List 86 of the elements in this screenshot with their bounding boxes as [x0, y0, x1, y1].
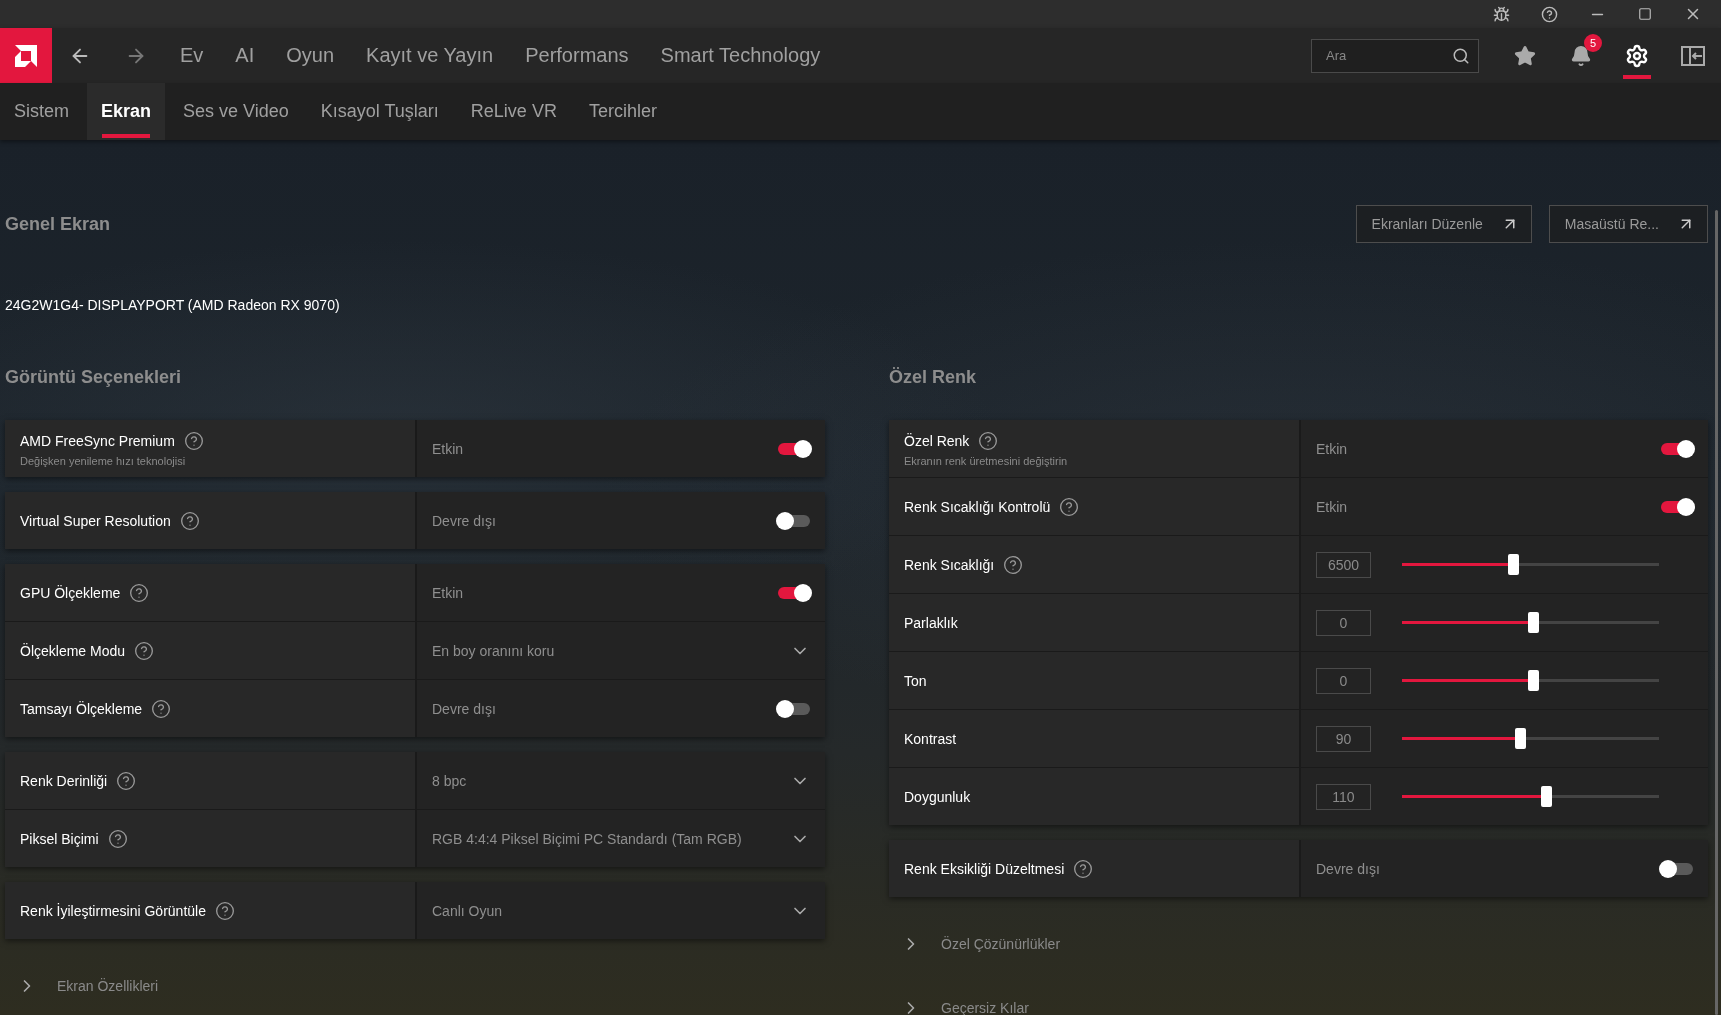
tab[interactable]: Tercihler [574, 83, 671, 140]
toggle-state-text: Devre dışı [1316, 860, 1381, 877]
tab[interactable]: Ses ve Video [169, 83, 303, 140]
external-link-button[interactable]: Masaüstü Re... [1548, 205, 1708, 243]
section-title: Görüntü Seçenekleri [5, 366, 183, 389]
toggle-switch[interactable] [778, 514, 810, 527]
tab[interactable]: ReLive VR [456, 83, 571, 140]
value-field[interactable]: 110 [1316, 783, 1371, 810]
setting-label: AMD FreeSync Premium [20, 432, 175, 449]
setting-label: Özel Renk [904, 432, 970, 449]
help-icon[interactable] [129, 582, 150, 603]
toggle-switch[interactable] [1661, 862, 1693, 875]
tab[interactable]: Ekran [87, 83, 166, 140]
setting-label: Kontrast [904, 730, 957, 747]
setting-label: Doygunluk [904, 788, 971, 805]
setting-label: Renk İyileştirmesini Görüntüle [20, 902, 206, 919]
value-field[interactable]: 90 [1316, 725, 1371, 752]
setting-label: Ton [904, 672, 927, 689]
section-title: Genel Ekran [5, 213, 112, 235]
help-icon[interactable] [1059, 496, 1080, 517]
nav-item[interactable]: Smart Technology [644, 28, 837, 83]
toggle-switch[interactable] [1661, 442, 1693, 455]
value-field[interactable]: 0 [1316, 609, 1371, 636]
setting-label: Tamsayı Ölçekleme [20, 700, 143, 717]
nav-item[interactable]: AI [219, 28, 271, 83]
bell-icon[interactable] [1570, 44, 1592, 67]
setting-label: GPU Ölçekleme [20, 584, 121, 601]
help-icon[interactable] [1003, 554, 1024, 575]
external-link-button[interactable]: Ekranları Düzenle [1355, 205, 1532, 243]
setting-label: Piksel Biçimi [20, 830, 99, 847]
help-icon[interactable] [179, 510, 200, 531]
setting-label: Parlaklık [904, 614, 958, 631]
setting-label: Renk Sıcaklığı Kontrolü [904, 498, 1051, 515]
search-icon[interactable] [1452, 46, 1470, 65]
toggle-switch[interactable] [1661, 500, 1693, 513]
display-name: 24G2W1G4- DISPLAYPORT (AMD Radeon RX 9070) [5, 296, 341, 314]
slider-thumb[interactable] [1528, 612, 1539, 633]
help-icon[interactable] [107, 828, 128, 849]
toggle-state-text: Etkin [1316, 440, 1349, 457]
setting-label: Ölçekleme Modu [20, 642, 126, 659]
toggle-state-text: Devre dışı [432, 512, 497, 529]
dropdown[interactable]: 8 bpc [432, 752, 810, 809]
help-icon[interactable] [183, 430, 204, 451]
tab[interactable]: Sistem [0, 83, 83, 140]
toggle-switch[interactable] [778, 586, 810, 599]
scrollbar[interactable] [1715, 210, 1718, 1015]
setting-label: Renk Derinliği [20, 772, 108, 789]
expander[interactable]: Özel Çözünürlükler [889, 912, 1061, 976]
nav-item[interactable]: Oyun [270, 28, 351, 83]
help-icon[interactable] [978, 430, 999, 451]
help-icon[interactable] [134, 640, 155, 661]
toggle-state-text: Etkin [432, 440, 465, 457]
setting-description: Değişken yenileme hızı teknolojisi [20, 454, 187, 467]
setting-label: Renk Eksikliği Düzeltmesi [904, 860, 1065, 877]
value-field[interactable]: 6500 [1316, 551, 1371, 578]
toggle-state-text: Etkin [1316, 498, 1349, 515]
search-field[interactable]: Ara [1311, 38, 1479, 73]
help-icon[interactable] [116, 770, 137, 791]
dropdown[interactable]: RGB 4:4:4 Piksel Biçimi PC Standardı (Tam RGB) [432, 810, 810, 867]
setting-description: Ekranın renk üretmesini değiştirin [904, 454, 1069, 467]
toggle-state-text: Etkin [432, 584, 465, 601]
dropdown[interactable]: En boy oranını koru [432, 622, 810, 679]
setting-label: Renk Sıcaklığı [904, 556, 995, 573]
expander[interactable]: Geçersiz Kılar [889, 976, 1029, 1015]
toggle-state-text: Devre dışı [432, 700, 497, 717]
help-icon[interactable] [1073, 858, 1094, 879]
help-icon[interactable] [151, 698, 172, 719]
dropdown[interactable]: Canlı Oyun [432, 882, 810, 939]
nav-item[interactable]: Kayıt ve Yayın [350, 28, 510, 83]
value-field[interactable]: 0 [1316, 667, 1371, 694]
tab[interactable]: Kısayol Tuşları [306, 83, 453, 140]
help-icon[interactable] [214, 900, 235, 921]
logo[interactable] [0, 28, 52, 83]
nav-item[interactable]: Ev [164, 28, 220, 83]
notification-count: 5 [1584, 34, 1602, 52]
nav-item[interactable]: Performans [509, 28, 645, 83]
expander[interactable]: Ekran Özellikleri [5, 954, 159, 1015]
logo-icon [13, 42, 39, 69]
slider-thumb[interactable] [1540, 786, 1552, 807]
toggle-switch[interactable] [778, 442, 810, 455]
toggle-switch[interactable] [778, 702, 810, 715]
slider-thumb[interactable] [1515, 728, 1527, 749]
setting-label: Virtual Super Resolution [20, 512, 171, 529]
slider-thumb[interactable] [1528, 670, 1539, 691]
slider-thumb[interactable] [1507, 554, 1519, 575]
section-title: Özel Renk [889, 366, 978, 389]
